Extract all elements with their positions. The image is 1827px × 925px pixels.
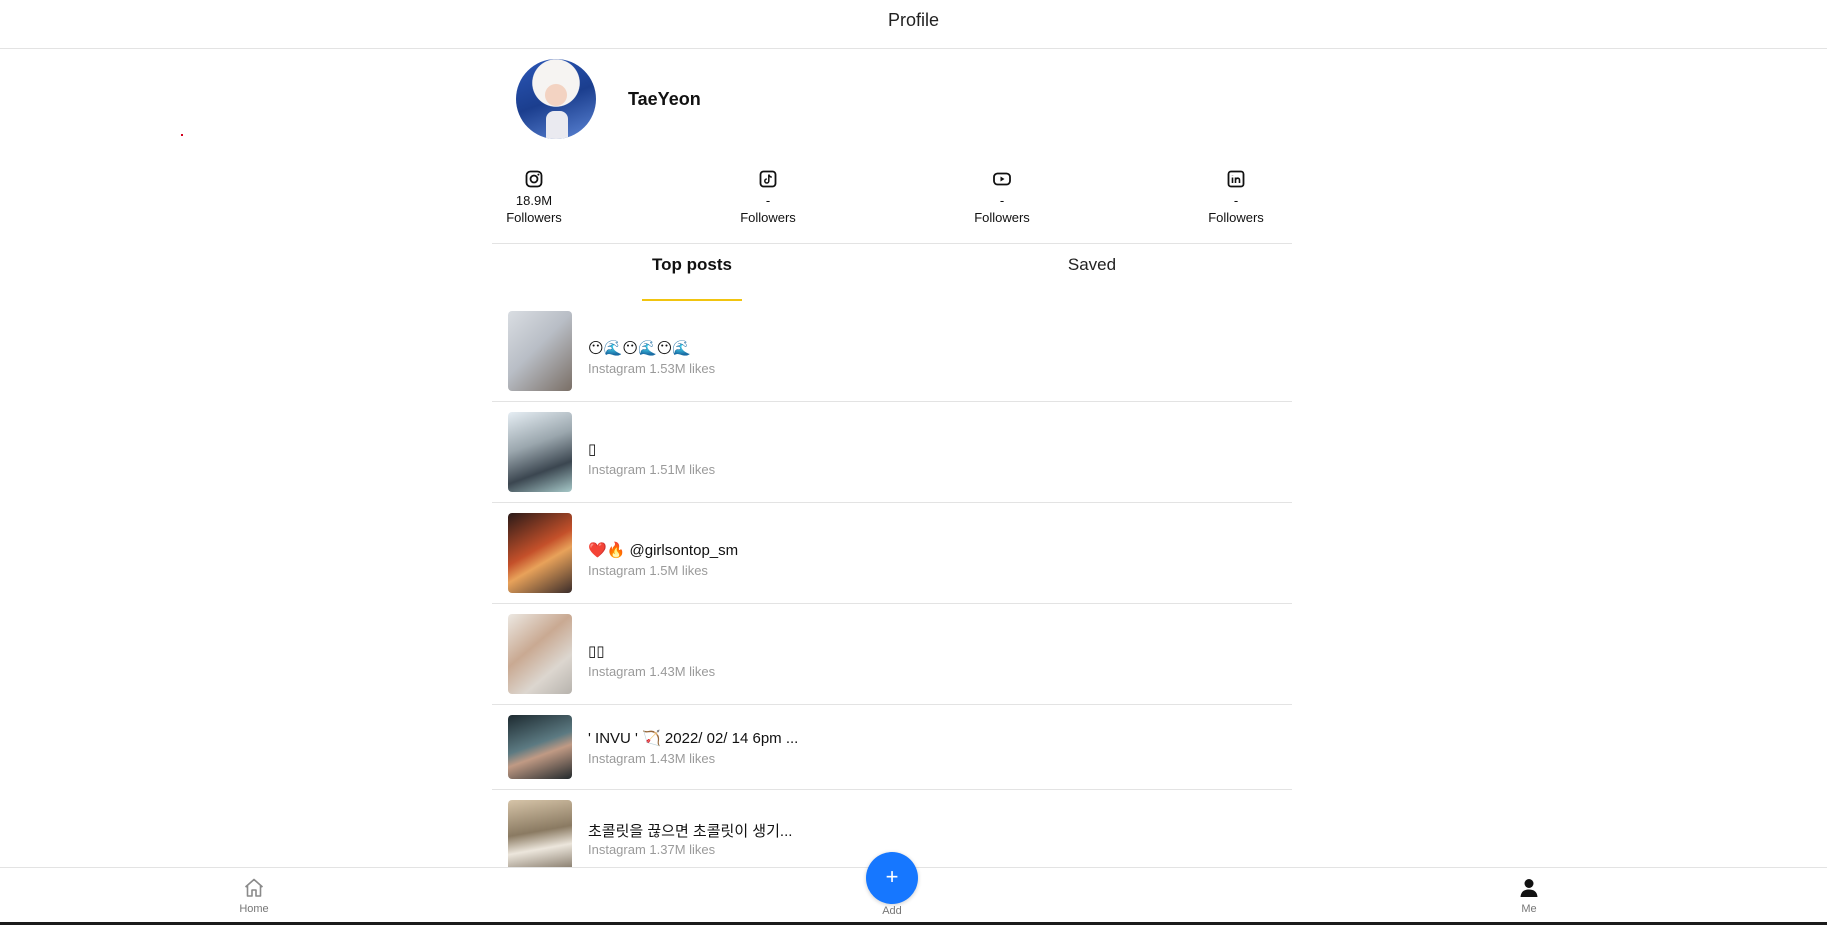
post-thumbnail (508, 311, 572, 391)
profile-content[interactable]: TaeYeon 18.9M Followers - Followers - Fo… (492, 49, 1292, 867)
nav-me-label: Me (1521, 903, 1537, 915)
post-meta: Instagram 1.43M likes (588, 751, 716, 766)
profile-name: TaeYeon (628, 88, 701, 109)
tab-top-posts[interactable]: Top posts (642, 255, 742, 301)
social-stat-tiktok[interactable]: - Followers (708, 169, 828, 226)
post-meta: Instagram 1.37M likes (588, 842, 716, 857)
nav-me[interactable]: Me (1489, 876, 1569, 915)
post-thumbnail (508, 513, 572, 593)
page-title: Profile (887, 10, 940, 30)
post-list: 😶🌊😶🌊😶🌊 Instagram 1.53M likes ▯ Instagram… (492, 301, 1292, 867)
profile-header: TaeYeon (516, 59, 701, 139)
post-caption: 초콜릿을 끊으면 초콜릿이 생기... (588, 823, 793, 840)
social-stat-instagram[interactable]: 18.9M Followers (492, 169, 594, 226)
post-meta: Instagram 1.43M likes (588, 664, 716, 679)
list-item[interactable]: 😶🌊😶🌊😶🌊 Instagram 1.53M likes (492, 301, 1292, 402)
instagram-icon (525, 170, 543, 188)
youtube-icon (993, 172, 1011, 186)
list-item[interactable]: ▯ Instagram 1.51M likes (492, 402, 1292, 503)
follower-label: Followers (740, 210, 796, 225)
post-caption: 😶🌊😶🌊😶🌊 (588, 340, 691, 357)
social-stat-youtube[interactable]: - Followers (942, 169, 1062, 226)
post-caption: ▯▯ (588, 643, 605, 660)
linkedin-icon (1227, 170, 1245, 188)
profile-tabs: Top posts Saved (492, 245, 1292, 301)
avatar[interactable] (516, 59, 596, 139)
add-label: Add (882, 905, 902, 917)
post-meta: Instagram 1.51M likes (588, 462, 716, 477)
add-button[interactable]: + (866, 852, 918, 904)
post-meta: Instagram 1.5M likes (588, 563, 708, 578)
tiktok-icon (759, 170, 777, 188)
home-icon (244, 878, 264, 897)
post-caption: ▯ (588, 441, 597, 458)
user-icon (1520, 879, 1538, 897)
stray-dot (181, 134, 183, 136)
post-caption: ❤️🔥 @girlsontop_sm (588, 542, 739, 559)
list-item[interactable]: ▯▯ Instagram 1.43M likes (492, 604, 1292, 705)
post-thumbnail (508, 412, 572, 492)
post-thumbnail (508, 614, 572, 694)
list-item[interactable]: ' INVU ' 🏹 2022/ 02/ 14 6pm ... Instagra… (492, 705, 1292, 790)
social-stat-linkedin[interactable]: - Followers (1176, 169, 1292, 226)
follower-count: - (999, 193, 1005, 208)
follower-count: 18.9M (515, 193, 553, 208)
post-thumbnail (508, 800, 572, 867)
top-header: Profile (0, 0, 1827, 49)
follower-count: - (765, 193, 771, 208)
follower-label: Followers (506, 210, 562, 225)
nav-home-label: Home (239, 903, 269, 915)
follower-label: Followers (974, 210, 1030, 225)
list-item[interactable]: ❤️🔥 @girlsontop_sm Instagram 1.5M likes (492, 503, 1292, 604)
post-thumbnail (508, 715, 572, 779)
follower-label: Followers (1208, 210, 1264, 225)
post-meta: Instagram 1.53M likes (588, 361, 716, 376)
tab-saved[interactable]: Saved (1042, 255, 1142, 301)
follower-count: - (1233, 193, 1239, 208)
post-caption: ' INVU ' 🏹 2022/ 02/ 14 6pm ... (588, 730, 799, 747)
nav-home[interactable]: Home (214, 876, 294, 915)
social-stats: 18.9M Followers - Followers - Followers (492, 169, 1292, 244)
